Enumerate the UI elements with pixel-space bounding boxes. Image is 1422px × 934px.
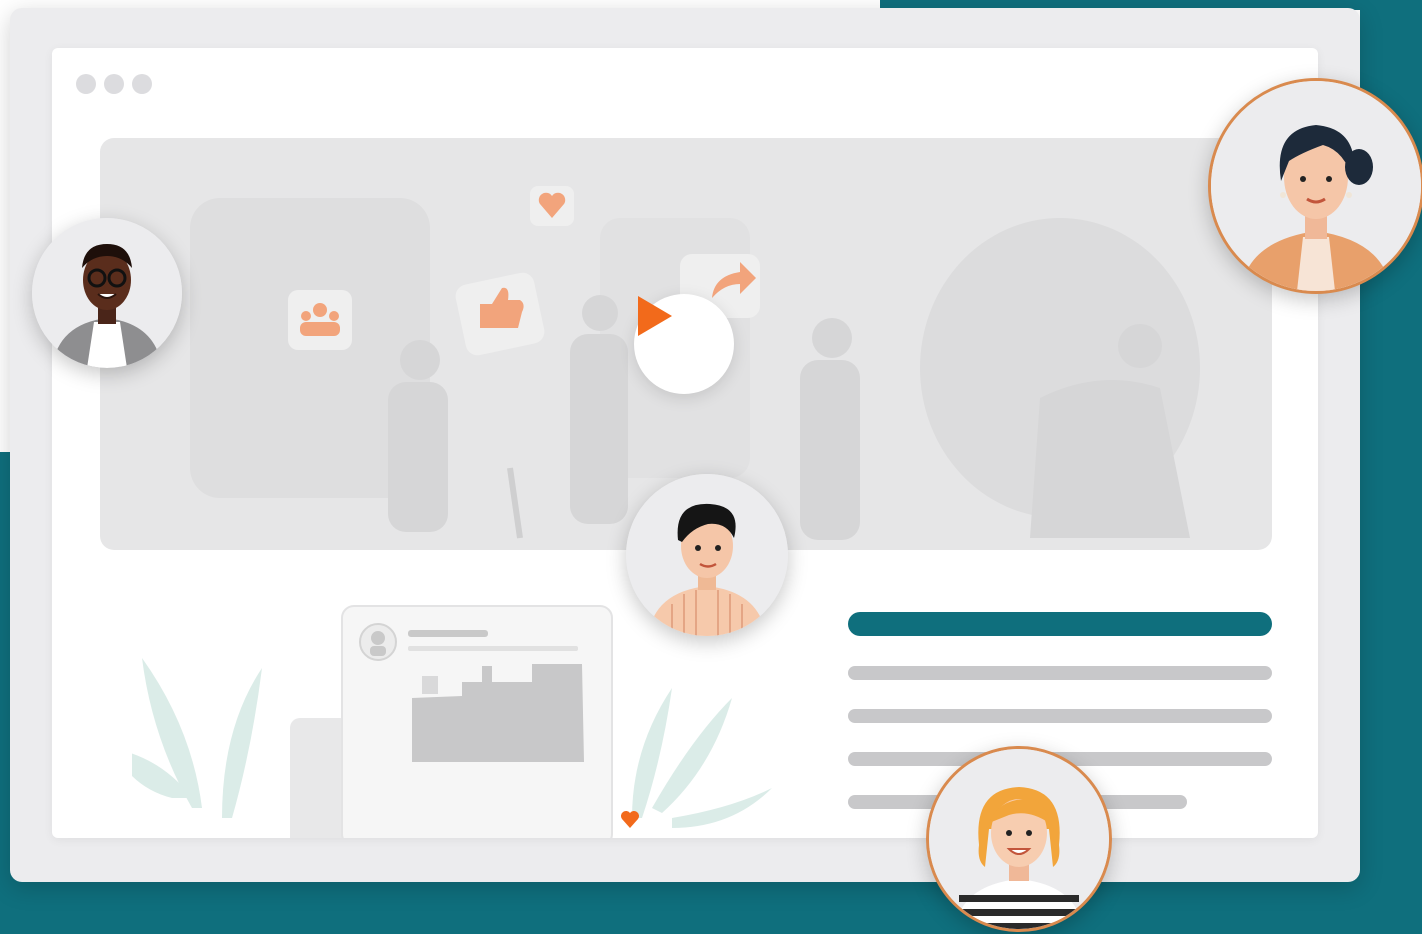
person-icon: [1211, 81, 1421, 291]
avatar-dark-hair-woman[interactable]: [1208, 78, 1422, 294]
play-button[interactable]: [634, 294, 734, 394]
avatar-glasses-man[interactable]: [32, 218, 182, 368]
avatar-young-man[interactable]: [626, 474, 788, 636]
window-dot[interactable]: [76, 74, 96, 94]
text-line: [848, 666, 1272, 680]
avatar-blonde-woman[interactable]: [926, 746, 1112, 932]
person-icon: [32, 218, 182, 368]
article-title-bar: [848, 612, 1272, 636]
text-line: [848, 709, 1272, 723]
window-controls: [76, 74, 152, 94]
community-icon: [288, 290, 352, 350]
heart-icon: [621, 811, 639, 828]
avatar-icon: [359, 623, 397, 661]
window-dot[interactable]: [132, 74, 152, 94]
person-icon: [929, 749, 1109, 929]
person-icon: [626, 474, 788, 636]
browser-window: [52, 48, 1318, 838]
heart-icon: [530, 186, 574, 226]
thumbs-up-icon: [455, 272, 545, 356]
post-card: [341, 605, 639, 838]
window-dot[interactable]: [104, 74, 124, 94]
play-icon: [638, 296, 672, 336]
